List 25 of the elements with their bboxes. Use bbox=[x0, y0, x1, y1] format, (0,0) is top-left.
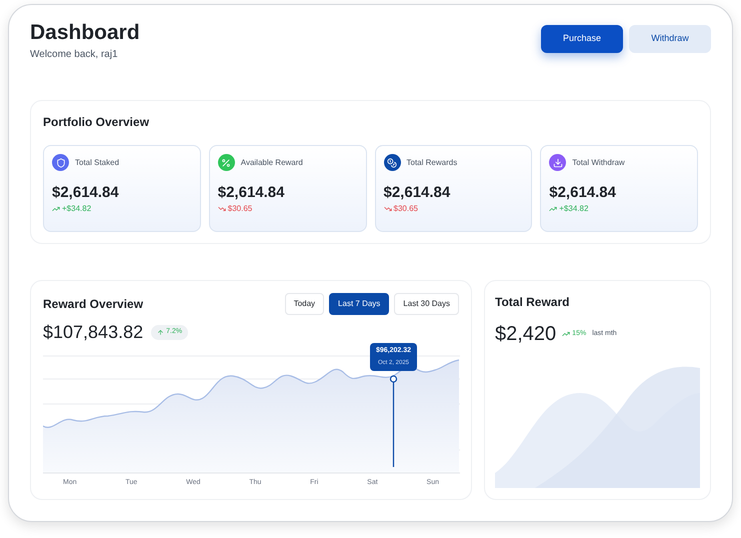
stat-change: +$34.82 bbox=[62, 203, 92, 215]
stat-label: Total Withdraw bbox=[572, 156, 625, 168]
action-button[interactable]: Withdraw bbox=[629, 25, 711, 53]
reward-total: $107,843.82 bbox=[43, 321, 144, 344]
stat-value: $2,614.84 bbox=[218, 183, 286, 203]
stat-change: $30.65 bbox=[394, 203, 418, 215]
range-tab[interactable]: Last 7 Days bbox=[329, 293, 390, 315]
stat-value: $2,614.84 bbox=[384, 183, 452, 203]
stat-label: Total Staked bbox=[75, 156, 120, 168]
stat-label: Total Rewards bbox=[406, 156, 458, 168]
stat-label: Available Reward bbox=[240, 156, 303, 168]
page-title: Dashboard bbox=[30, 20, 140, 46]
section-title: Portfolio Overview bbox=[43, 114, 150, 131]
stat-value: $2,614.84 bbox=[52, 183, 120, 203]
stat-change: +$34.82 bbox=[559, 203, 588, 215]
range-tab[interactable]: Last 30 Days bbox=[394, 293, 459, 315]
stat-change: $30.65 bbox=[228, 203, 252, 215]
welcome-text: Welcome back, raj1 bbox=[30, 48, 119, 62]
reward-value: $2,420 bbox=[495, 322, 556, 347]
action-button[interactable]: Purchase bbox=[541, 25, 623, 53]
section-title: Reward Overview bbox=[43, 296, 144, 313]
stat-value: $2,614.84 bbox=[549, 183, 617, 203]
trend-icon bbox=[562, 330, 570, 338]
section-title: Total Reward bbox=[495, 294, 570, 311]
range-tab[interactable]: Today bbox=[284, 293, 324, 315]
